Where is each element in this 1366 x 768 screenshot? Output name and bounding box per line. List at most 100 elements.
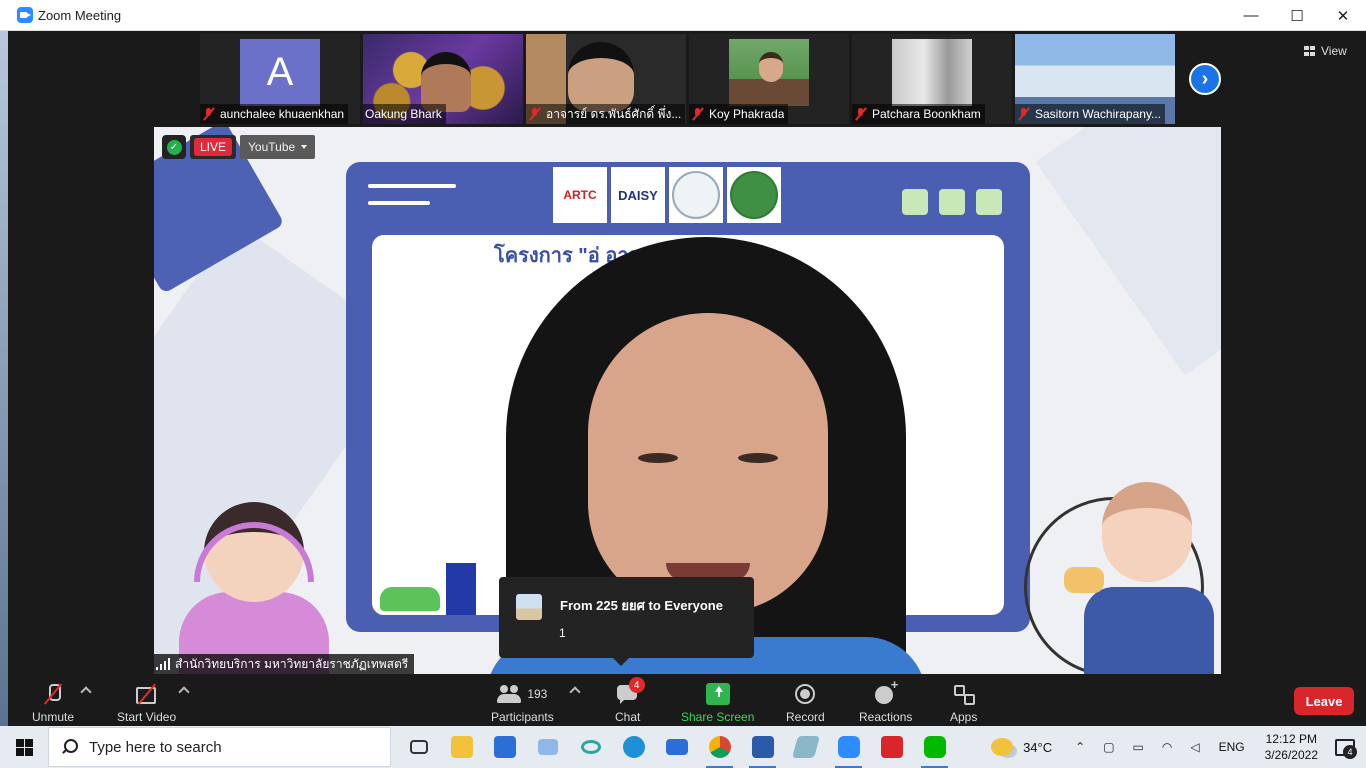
security-shield-icon[interactable]: ✓ <box>162 135 186 159</box>
mail-button[interactable] <box>655 726 698 768</box>
participants-button[interactable]: 193 Participants <box>491 678 554 724</box>
taskbar-search[interactable]: Type here to search <box>48 727 391 767</box>
meeting-toolbar: Unmute Start Video 193 Participants 4 Ch… <box>8 674 1366 726</box>
input-language[interactable]: ENG <box>1219 740 1245 754</box>
participant-tile[interactable]: A aunchalee khuaenkhan <box>200 34 360 124</box>
university-seal-icon <box>730 171 778 219</box>
record-button[interactable]: Record <box>786 678 825 724</box>
muted-mic-icon <box>528 107 542 121</box>
next-page-button[interactable]: › <box>1189 63 1221 95</box>
unmute-button[interactable]: Unmute <box>32 678 74 724</box>
folder-icon <box>450 736 473 758</box>
task-view-icon <box>409 740 428 754</box>
stream-target-label: YouTube <box>248 140 296 154</box>
chrome-button[interactable] <box>698 726 741 768</box>
illustration-book <box>446 563 476 615</box>
search-icon <box>61 739 78 755</box>
speaker-name-bar: สำนักวิทยบริการ มหาวิทยาลัยราชภัฏเทพสตรี <box>154 654 415 674</box>
chevron-up-icon[interactable]: ⌃ <box>1075 740 1085 754</box>
dropbox-button[interactable] <box>526 726 569 768</box>
participant-face <box>421 52 471 112</box>
close-button[interactable]: ✕ <box>1320 0 1366 31</box>
caret-down-icon <box>301 145 308 149</box>
avatar: A <box>240 39 320 106</box>
participant-face <box>759 52 783 82</box>
wifi-icon[interactable]: ◠ <box>1162 740 1172 754</box>
weather-icon[interactable] <box>991 738 1014 756</box>
clock[interactable]: 12:12 PM 3/26/2022 <box>1265 731 1318 763</box>
infinity-icon <box>580 740 601 754</box>
start-video-label: Start Video <box>117 710 177 724</box>
shield-app-button[interactable] <box>870 726 913 768</box>
logo-daisy: DAISY <box>611 167 665 223</box>
line-button[interactable] <box>913 726 956 768</box>
stream-target-dropdown[interactable]: YouTube <box>240 135 316 159</box>
live-stream-controls: ✓ LIVE YouTube <box>162 135 316 159</box>
participant-name: Oakung Bhark <box>365 107 442 121</box>
start-button[interactable] <box>0 726 48 768</box>
participant-tile[interactable]: อาจารย์ ดร.พันธ์ศักดิ์ พึ่ง... <box>526 34 686 124</box>
taskbar-apps <box>397 726 956 768</box>
video-options-caret-icon[interactable] <box>178 686 190 698</box>
participant-tile[interactable]: Sasitorn Wachirapany... <box>1015 34 1175 124</box>
live-badge: LIVE <box>190 135 237 159</box>
chat-button[interactable]: 4 Chat <box>615 677 645 724</box>
edge-button[interactable] <box>612 726 655 768</box>
audio-options-caret-icon[interactable] <box>80 686 92 698</box>
reactions-button[interactable]: Reactions <box>859 677 912 724</box>
speaker-name: สำนักวิทยบริการ มหาวิทยาลัยราชภัฏเทพสตรี <box>175 656 409 671</box>
chat-notification[interactable]: From 225 ยยศ to Everyone 1 <box>499 577 754 666</box>
illustration-girl-right <box>1024 477 1221 674</box>
muted-mic-icon <box>202 107 216 121</box>
reactions-icon <box>874 677 898 705</box>
word-icon <box>751 736 774 758</box>
store-button[interactable] <box>483 726 526 768</box>
participants-options-caret-icon[interactable] <box>569 686 581 698</box>
record-icon <box>793 683 817 705</box>
video-off-icon <box>135 683 159 705</box>
grid-icon <box>1304 46 1315 56</box>
temperature[interactable]: 34°C <box>1023 740 1052 755</box>
participant-video <box>892 39 972 106</box>
battery-icon[interactable]: ▭ <box>1133 740 1144 754</box>
start-video-button[interactable]: Start Video <box>117 678 176 724</box>
record-label: Record <box>786 710 825 724</box>
participant-name-bar: Patchara Boonkham <box>852 104 985 124</box>
window-title: Zoom Meeting <box>38 7 122 23</box>
volume-icon[interactable]: ◁ <box>1190 740 1199 754</box>
device-icon[interactable]: ▢ <box>1103 740 1114 754</box>
decorative-square <box>976 189 1002 215</box>
share-screen-button[interactable]: Share Screen <box>681 678 754 724</box>
edge-icon <box>622 736 645 758</box>
participant-name-bar: อาจารย์ ดร.พันธ์ศักดิ์ พึ่ง... <box>526 104 686 124</box>
apps-label: Apps <box>950 710 978 724</box>
participant-name: aunchalee khuaenkhan <box>220 107 345 121</box>
sender-avatar <box>516 594 542 620</box>
leave-button[interactable]: Leave <box>1294 687 1354 715</box>
participant-tile[interactable]: Oakung Bhark <box>363 34 523 124</box>
notes-app-button[interactable] <box>784 726 827 768</box>
illustration-girl-left <box>164 492 344 674</box>
infinity-app-button[interactable] <box>569 726 612 768</box>
word-button[interactable] <box>741 726 784 768</box>
maximize-button[interactable]: ☐ <box>1274 0 1320 31</box>
file-explorer-button[interactable] <box>440 726 483 768</box>
chrome-icon <box>708 736 731 758</box>
participants-count: 193 <box>527 687 548 701</box>
clock-time: 12:12 PM <box>1265 732 1317 746</box>
chat-icon: 4 <box>616 677 645 705</box>
meeting-area: A aunchalee khuaenkhan Oakung Bhark อาจา… <box>8 31 1366 726</box>
view-button[interactable]: View <box>1304 41 1347 61</box>
participant-tile[interactable]: Patchara Boonkham <box>852 34 1012 124</box>
minimize-button[interactable]: — <box>1228 0 1274 31</box>
notification-center-icon[interactable]: 4 <box>1334 737 1357 759</box>
task-view-button[interactable] <box>397 726 440 768</box>
chat-label: Chat <box>615 710 641 724</box>
view-label: View <box>1321 44 1347 58</box>
chat-sender: From 225 ยยศ to Everyone <box>560 598 723 613</box>
participant-tile[interactable]: Koy Phakrada <box>689 34 849 124</box>
zoom-taskbar-button[interactable] <box>827 726 870 768</box>
window-controls: — ☐ ✕ <box>1228 0 1366 31</box>
logo-artc: ARTC <box>553 167 607 223</box>
apps-button[interactable]: Apps <box>950 678 977 724</box>
